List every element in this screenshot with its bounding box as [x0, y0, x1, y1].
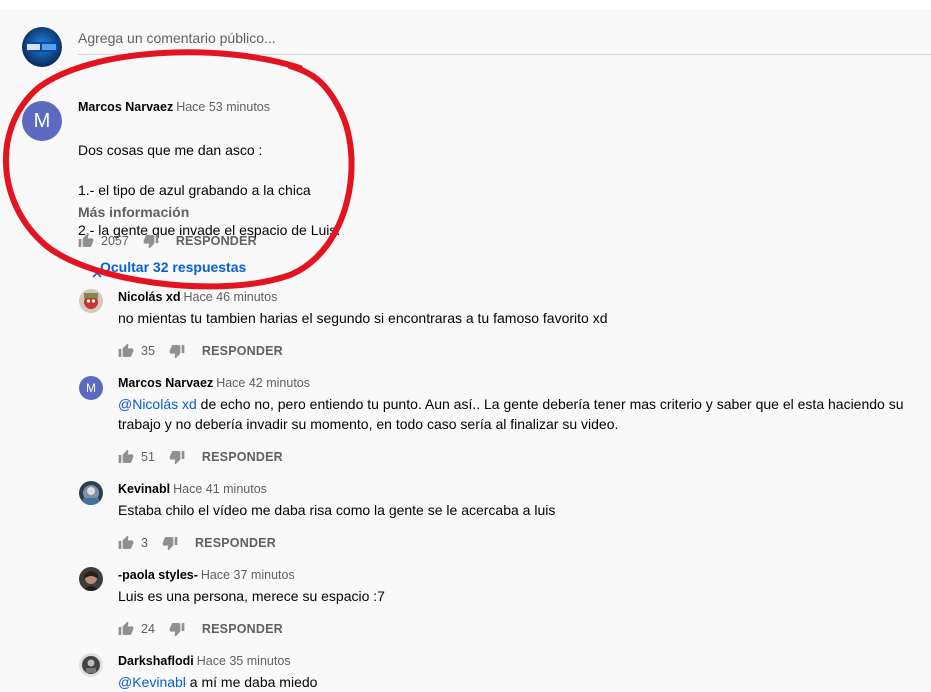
thumbs-up-icon[interactable]	[118, 535, 134, 551]
hide-replies-label: Ocultar 32 respuestas	[100, 259, 247, 275]
hide-replies-button[interactable]: Ocultar 32 respuestas	[92, 259, 247, 278]
read-more-button[interactable]: Más información	[78, 204, 189, 220]
comment-time[interactable]: Hace 46 minutos	[184, 290, 278, 304]
comment-body: no mientas tu tambien harias el segundo …	[118, 310, 608, 326]
reply-comment: Marcos Narvaez Hace 42 minutos @Nicolás x…	[118, 376, 908, 434]
top-comment-avatar[interactable]: M	[22, 101, 62, 141]
comment-actions: 51 RESPONDER	[118, 447, 283, 467]
reply-comment: Nicolás xd Hace 46 minutos no mientas tu …	[118, 290, 908, 328]
reply-avatar[interactable]: M	[79, 376, 103, 400]
reply-comment: Kevinabl Hace 41 minutos Estaba chilo el …	[118, 482, 908, 520]
thumbs-down-icon[interactable]	[169, 343, 185, 359]
comment-input[interactable]	[78, 28, 931, 48]
thumbs-up-icon[interactable]	[118, 343, 134, 359]
comment-actions: 35 RESPONDER	[118, 341, 283, 361]
comment-time[interactable]: Hace 41 minutos	[173, 482, 267, 496]
thumbs-down-icon[interactable]	[169, 621, 185, 637]
comment-author[interactable]: Marcos Narvaez	[118, 376, 213, 390]
comment-text: Estaba chilo el vídeo me daba risa como …	[118, 500, 908, 520]
comment-text: Luis es una persona, merece su espacio :…	[118, 586, 908, 606]
comment-author[interactable]: Darkshaflodi	[118, 654, 194, 668]
comment-author[interactable]: Nicolás xd	[118, 290, 181, 304]
comment-time[interactable]: Hace 53 minutos	[176, 100, 270, 114]
avatar-letter: M	[86, 381, 96, 395]
like-count: 51	[141, 450, 155, 464]
comment-header: Marcos Narvaez Hace 53 minutos	[78, 100, 918, 114]
like-count: 35	[141, 344, 155, 358]
chevron-up-icon	[92, 265, 102, 281]
reply-button[interactable]: RESPONDER	[202, 450, 283, 464]
mention-link[interactable]: @Nicolás xd	[118, 396, 197, 412]
reply-comment: -paola styles- Hace 37 minutos Luis es un…	[118, 568, 908, 606]
comment-time[interactable]: Hace 42 minutos	[216, 376, 310, 390]
comment-body: Estaba chilo el vídeo me daba risa como …	[118, 502, 556, 518]
like-count: 3	[141, 536, 148, 550]
thumbs-down-icon[interactable]	[162, 535, 178, 551]
thumbs-up-icon[interactable]	[118, 449, 134, 465]
comment-header: -paola styles- Hace 37 minutos	[118, 568, 908, 582]
thumbs-down-icon[interactable]	[169, 449, 185, 465]
reply-avatar[interactable]	[79, 567, 103, 591]
comment-author[interactable]: -paola styles-	[118, 568, 198, 582]
comment-header: Darkshaflodi Hace 35 minutos	[118, 654, 908, 668]
comment-actions: 3 RESPONDER	[118, 533, 276, 553]
reply-avatar[interactable]	[79, 653, 103, 677]
comment-input-box[interactable]	[78, 28, 931, 55]
thumbs-up-icon[interactable]	[78, 233, 94, 249]
comment-line: Dos cosas que me dan asco :	[78, 142, 263, 158]
comment-author[interactable]: Marcos Narvaez	[78, 100, 173, 114]
like-count: 2057	[101, 234, 129, 248]
comment-author[interactable]: Kevinabl	[118, 482, 170, 496]
comment-text: @Nicolás xd de echo no, pero entiendo tu…	[118, 394, 908, 434]
top-bar	[0, 0, 931, 9]
comment-body: Luis es una persona, merece su espacio :…	[118, 588, 385, 604]
comment-header: Marcos Narvaez Hace 42 minutos	[118, 376, 908, 390]
like-count: 24	[141, 622, 155, 636]
comment-header: Nicolás xd Hace 46 minutos	[118, 290, 908, 304]
comment-actions: 2057 RESPONDER	[78, 231, 257, 251]
reply-button[interactable]: RESPONDER	[176, 234, 257, 248]
comment-time[interactable]: Hace 37 minutos	[201, 568, 295, 582]
reply-button[interactable]: RESPONDER	[202, 344, 283, 358]
avatar-letter: M	[33, 109, 51, 132]
comment-time[interactable]: Hace 35 minutos	[197, 654, 291, 668]
comment-header: Kevinabl Hace 41 minutos	[118, 482, 908, 496]
comment-text: @Kevinabl a mí me daba miedo	[118, 672, 908, 692]
current-user-avatar	[22, 27, 62, 67]
comment-text: no mientas tu tambien harias el segundo …	[118, 308, 908, 328]
thumbs-down-icon[interactable]	[143, 233, 159, 249]
reply-button[interactable]: RESPONDER	[202, 622, 283, 636]
reply-avatar[interactable]	[79, 481, 103, 505]
reply-button[interactable]: RESPONDER	[195, 536, 276, 550]
comment-line: 1.- el tipo de azul grabando a la chica	[78, 182, 311, 198]
comment-actions: 24 RESPONDER	[118, 619, 283, 639]
thumbs-up-icon[interactable]	[118, 621, 134, 637]
comment-body: de echo no, pero entiendo tu punto. Aun …	[118, 396, 904, 432]
reply-comment: Darkshaflodi Hace 35 minutos @Kevinabl a …	[118, 654, 908, 692]
reply-avatar[interactable]	[79, 289, 103, 313]
